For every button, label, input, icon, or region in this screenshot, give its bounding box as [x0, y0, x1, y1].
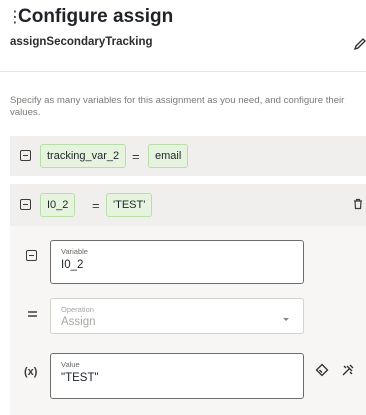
collapse-icon[interactable]: [26, 250, 37, 261]
pencil-icon[interactable]: [353, 37, 366, 51]
collapse-icon[interactable]: [20, 150, 31, 161]
value-chip[interactable]: email: [148, 144, 189, 168]
equals-operator: =: [132, 149, 140, 164]
mapper-icon[interactable]: [341, 363, 355, 377]
eraser-icon[interactable]: [315, 363, 329, 377]
assignment-row-2[interactable]: I0_2 = 'TEST': [10, 184, 366, 226]
variable-field[interactable]: Variable I0_2: [50, 240, 304, 284]
variable-expression-icon: (x): [24, 366, 38, 378]
variable-field-label: Variable: [61, 247, 88, 256]
collapse-icon[interactable]: [20, 199, 31, 210]
operation-field[interactable]: Operation Assign: [50, 298, 304, 334]
chevron-down-icon[interactable]: [283, 318, 289, 321]
operation-equals-icon: [28, 311, 37, 317]
variable-chip[interactable]: tracking_var_2: [40, 144, 127, 168]
assignment-editor: Variable I0_2 Operation Assign (x) Value…: [10, 226, 366, 415]
helper-text: Specify as many variables for this assig…: [10, 95, 345, 118]
operation-field-value: Assign: [61, 316, 96, 328]
variable-chip[interactable]: I0_2: [40, 193, 76, 217]
value-chip[interactable]: 'TEST': [106, 193, 153, 217]
value-field-label: Value: [61, 360, 80, 369]
trash-icon[interactable]: [352, 198, 364, 210]
panel-title: Configure assign: [18, 6, 174, 27]
header-divider: [0, 71, 366, 72]
equals-operator: =: [92, 198, 100, 213]
value-field-value: "TEST": [61, 372, 99, 384]
assignment-row-1[interactable]: tracking_var_2 = email: [10, 136, 366, 176]
variable-field-value: I0_2: [61, 259, 84, 271]
panel-subtitle: assignSecondaryTracking: [10, 36, 153, 48]
value-field[interactable]: Value "TEST": [50, 353, 304, 399]
configure-assign-panel: ⋮ Configure assign assignSecondaryTracki…: [0, 0, 366, 415]
operation-field-label: Operation: [61, 305, 94, 314]
